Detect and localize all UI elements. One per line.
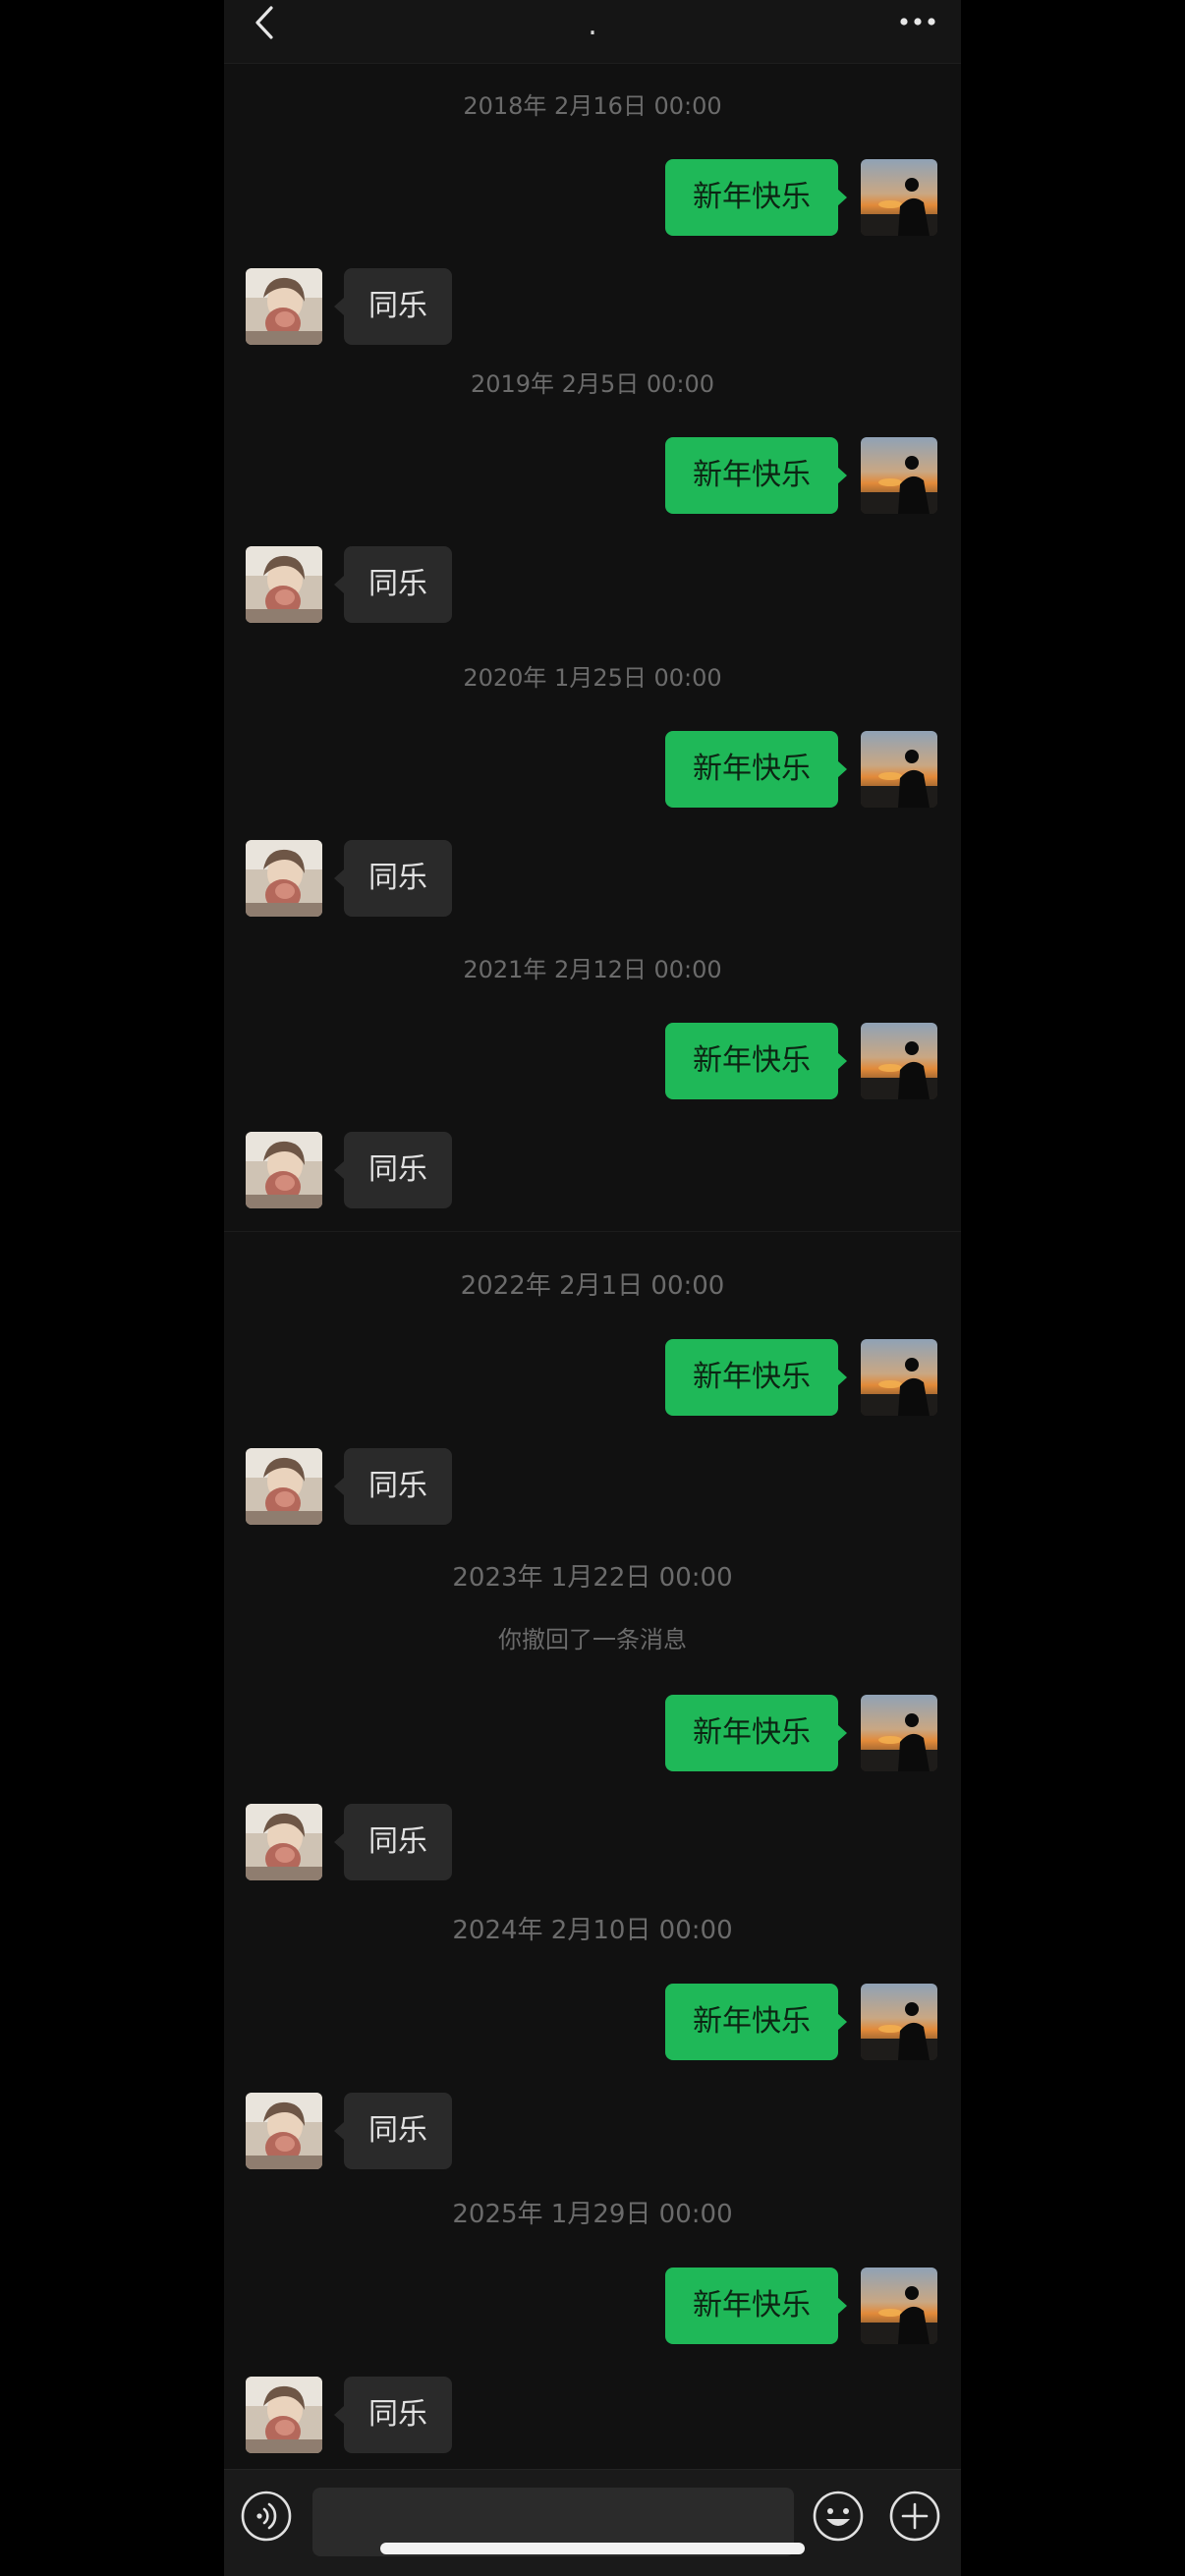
contact-avatar[interactable] bbox=[246, 840, 322, 917]
outgoing-message-bubble[interactable]: 新年快乐 bbox=[665, 437, 838, 514]
outgoing-message-bubble[interactable]: 新年快乐 bbox=[665, 159, 838, 236]
contact-avatar[interactable] bbox=[246, 2377, 322, 2453]
incoming-message-bubble[interactable]: 同乐 bbox=[344, 2093, 452, 2169]
bubble-tail bbox=[837, 2013, 847, 2031]
contact-avatar[interactable] bbox=[246, 1804, 322, 1880]
incoming-message-bubble[interactable]: 同乐 bbox=[344, 546, 452, 623]
message-timestamp: 2023年 1月22日 00:00 bbox=[452, 1563, 733, 1593]
message-timestamp: 2018年 2月16日 00:00 bbox=[463, 92, 722, 120]
my-avatar[interactable] bbox=[861, 731, 937, 808]
section-divider bbox=[224, 1231, 961, 1232]
contact-avatar[interactable] bbox=[246, 1448, 322, 1525]
incoming-message-bubble[interactable]: 同乐 bbox=[344, 1804, 452, 1880]
bubble-tail bbox=[334, 869, 344, 887]
incoming-message-bubble[interactable]: 同乐 bbox=[344, 1448, 452, 1525]
bubble-tail bbox=[334, 2406, 344, 2424]
message-timestamp: 2024年 2月10日 00:00 bbox=[452, 1916, 733, 1945]
my-avatar[interactable] bbox=[861, 1023, 937, 1099]
bubble-tail bbox=[837, 1369, 847, 1386]
input-bar bbox=[224, 2469, 961, 2576]
outgoing-message-bubble[interactable]: 新年快乐 bbox=[665, 1339, 838, 1416]
message-timestamp: 2020年 1月25日 00:00 bbox=[463, 664, 722, 692]
chat-screen: . 2018年 2月16日 00:00 新年快乐 同乐 2019年 2月5日 00:0… bbox=[224, 0, 961, 2576]
bubble-tail bbox=[334, 1833, 344, 1851]
incoming-message-bubble[interactable]: 同乐 bbox=[344, 268, 452, 345]
contact-avatar[interactable] bbox=[246, 546, 322, 623]
bubble-tail bbox=[837, 760, 847, 778]
bubble-tail bbox=[334, 298, 344, 315]
outgoing-message-bubble[interactable]: 新年快乐 bbox=[665, 1023, 838, 1099]
incoming-message-bubble[interactable]: 同乐 bbox=[344, 1132, 452, 1208]
message-timestamp: 2021年 2月12日 00:00 bbox=[463, 956, 722, 983]
bubble-tail bbox=[334, 2122, 344, 2140]
chat-header: . bbox=[224, 0, 961, 63]
bubble-tail bbox=[837, 2297, 847, 2315]
my-avatar[interactable] bbox=[861, 1695, 937, 1771]
plus-icon[interactable] bbox=[888, 2490, 941, 2543]
bubble-tail bbox=[837, 189, 847, 206]
recall-notice: 你撤回了一条消息 bbox=[498, 1626, 687, 1653]
outgoing-message-bubble[interactable]: 新年快乐 bbox=[665, 2268, 838, 2344]
message-timestamp: 2022年 2月1日 00:00 bbox=[460, 1271, 725, 1301]
outgoing-message-bubble[interactable]: 新年快乐 bbox=[665, 1695, 838, 1771]
bubble-tail bbox=[334, 1161, 344, 1179]
my-avatar[interactable] bbox=[861, 1984, 937, 2060]
bubble-tail bbox=[837, 467, 847, 484]
header-divider bbox=[224, 63, 961, 64]
my-avatar[interactable] bbox=[861, 2268, 937, 2344]
my-avatar[interactable] bbox=[861, 159, 937, 236]
my-avatar[interactable] bbox=[861, 437, 937, 514]
incoming-message-bubble[interactable]: 同乐 bbox=[344, 840, 452, 917]
ellipsis-icon[interactable] bbox=[892, 2, 943, 41]
incoming-message-bubble[interactable]: 同乐 bbox=[344, 2377, 452, 2453]
outgoing-message-bubble[interactable]: 新年快乐 bbox=[665, 731, 838, 808]
bubble-tail bbox=[334, 1478, 344, 1495]
my-avatar[interactable] bbox=[861, 1339, 937, 1416]
bubble-tail bbox=[837, 1052, 847, 1070]
chat-title: . bbox=[588, 8, 597, 42]
bubble-tail bbox=[334, 576, 344, 593]
message-timestamp: 2019年 2月5日 00:00 bbox=[470, 370, 715, 398]
contact-avatar[interactable] bbox=[246, 2093, 322, 2169]
home-indicator[interactable] bbox=[380, 2543, 805, 2554]
contact-avatar[interactable] bbox=[246, 268, 322, 345]
contact-avatar[interactable] bbox=[246, 1132, 322, 1208]
outgoing-message-bubble[interactable]: 新年快乐 bbox=[665, 1984, 838, 2060]
message-timestamp: 2025年 1月29日 00:00 bbox=[452, 2200, 733, 2229]
emoji-icon[interactable] bbox=[812, 2490, 865, 2543]
voice-icon[interactable] bbox=[240, 2490, 293, 2543]
bubble-tail bbox=[837, 1724, 847, 1742]
